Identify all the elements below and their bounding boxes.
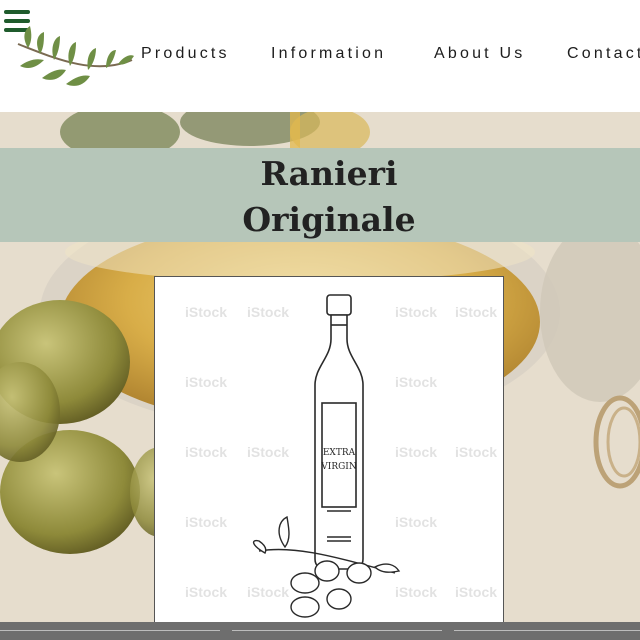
menu-bar	[4, 10, 30, 14]
olive-oil-bottle-illustration: iStock iStock iStock iStock iStock iStoc…	[185, 294, 497, 618]
divider	[0, 630, 220, 631]
watermark: iStock	[395, 444, 437, 460]
divider	[232, 630, 442, 631]
nav-link-information[interactable]: Information	[271, 45, 386, 63]
nav-link-about-us[interactable]: About Us	[434, 45, 525, 63]
bottle-label-line-2: VIRGIN	[320, 462, 357, 472]
product-image-card[interactable]: iStock iStock iStock iStock iStock iStoc…	[154, 276, 504, 630]
watermark: iStock	[247, 444, 289, 460]
watermark: iStock	[247, 304, 289, 320]
site-header: Products Information About Us Contact	[0, 0, 640, 112]
watermark: iStock	[395, 304, 437, 320]
divider	[454, 630, 640, 631]
watermark: iStock	[455, 304, 497, 320]
watermark: iStock	[395, 584, 437, 600]
watermark: iStock	[185, 514, 227, 530]
watermark: iStock	[185, 584, 227, 600]
watermark: iStock	[185, 444, 227, 460]
watermark: iStock	[395, 374, 437, 390]
bottom-strip	[0, 622, 640, 640]
watermark: iStock	[455, 584, 497, 600]
title-line-1: Ranieri	[260, 154, 398, 193]
page-title: Ranieri Originale	[0, 151, 640, 243]
title-line-2: Originale	[242, 200, 416, 239]
bottle-label-line-1: EXTRA	[323, 448, 356, 458]
watermark: iStock	[455, 444, 497, 460]
watermark: iStock	[185, 374, 227, 390]
watermark: iStock	[247, 584, 289, 600]
watermark: iStock	[395, 514, 437, 530]
nav-link-products[interactable]: Products	[141, 45, 230, 63]
nav-link-contact[interactable]: Contact	[567, 45, 640, 63]
olive-branch-logo[interactable]	[14, 20, 136, 90]
watermark: iStock	[185, 304, 227, 320]
